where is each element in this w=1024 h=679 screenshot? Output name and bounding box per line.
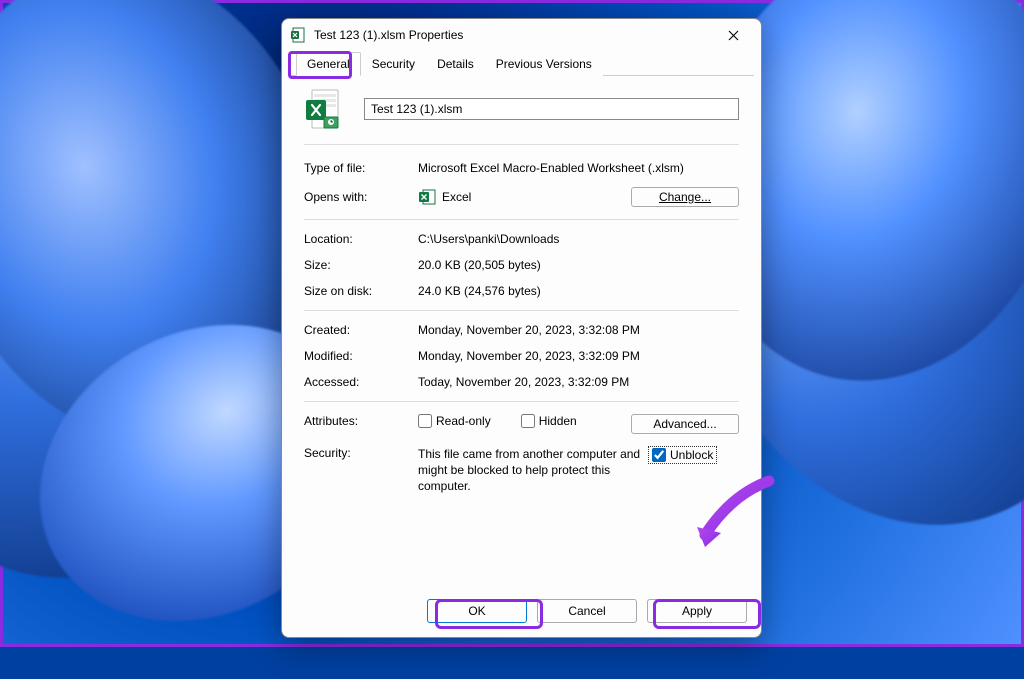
- tab-details[interactable]: Details: [426, 52, 485, 76]
- unblock-label: Unblock: [670, 448, 713, 462]
- accessed-value: Today, November 20, 2023, 3:32:09 PM: [418, 375, 739, 389]
- size-value: 20.0 KB (20,505 bytes): [418, 258, 739, 272]
- close-icon: [728, 30, 739, 41]
- opens-with-label: Opens with:: [304, 190, 418, 204]
- filename-input[interactable]: [364, 98, 739, 120]
- cancel-button[interactable]: Cancel: [537, 599, 637, 623]
- tab-security[interactable]: Security: [361, 52, 426, 76]
- advanced-button[interactable]: Advanced...: [631, 414, 739, 434]
- unblock-checkbox-wrap[interactable]: Unblock: [648, 446, 717, 464]
- created-label: Created:: [304, 323, 418, 337]
- excel-file-large-icon: [304, 88, 340, 130]
- security-label: Security:: [304, 446, 418, 460]
- location-label: Location:: [304, 232, 418, 246]
- hidden-checkbox-wrap[interactable]: Hidden: [521, 414, 577, 428]
- modified-value: Monday, November 20, 2023, 3:32:09 PM: [418, 349, 739, 363]
- excel-app-icon: [418, 188, 436, 206]
- change-button[interactable]: Change...: [631, 187, 739, 207]
- created-value: Monday, November 20, 2023, 3:32:08 PM: [418, 323, 739, 337]
- close-button[interactable]: [713, 21, 753, 49]
- accessed-label: Accessed:: [304, 375, 418, 389]
- readonly-checkbox-wrap[interactable]: Read-only: [418, 414, 491, 428]
- tab-bar: General Security Details Previous Versio…: [289, 51, 754, 76]
- attributes-label: Attributes:: [304, 414, 418, 428]
- unblock-checkbox[interactable]: [652, 448, 666, 462]
- size-on-disk-label: Size on disk:: [304, 284, 418, 298]
- tab-general[interactable]: General: [296, 52, 361, 76]
- hidden-checkbox[interactable]: [521, 414, 535, 428]
- readonly-label: Read-only: [436, 414, 491, 428]
- hidden-label: Hidden: [539, 414, 577, 428]
- readonly-checkbox[interactable]: [418, 414, 432, 428]
- tab-previous-versions[interactable]: Previous Versions: [485, 52, 603, 76]
- ok-button[interactable]: OK: [427, 599, 527, 623]
- modified-label: Modified:: [304, 349, 418, 363]
- dialog-footer: OK Cancel Apply: [282, 587, 761, 637]
- excel-file-icon: [290, 27, 306, 43]
- apply-button[interactable]: Apply: [647, 599, 747, 623]
- window-title: Test 123 (1).xlsm Properties: [314, 28, 713, 42]
- properties-dialog: Test 123 (1).xlsm Properties General Sec…: [281, 18, 762, 638]
- opens-with-value: Excel: [442, 190, 471, 204]
- dialog-body: Type of file: Microsoft Excel Macro-Enab…: [282, 76, 761, 587]
- security-text: This file came from another computer and…: [418, 446, 648, 495]
- type-label: Type of file:: [304, 161, 418, 175]
- size-on-disk-value: 24.0 KB (24,576 bytes): [418, 284, 739, 298]
- location-value: C:\Users\panki\Downloads: [418, 232, 739, 246]
- size-label: Size:: [304, 258, 418, 272]
- titlebar[interactable]: Test 123 (1).xlsm Properties: [282, 19, 761, 51]
- type-value: Microsoft Excel Macro-Enabled Worksheet …: [418, 161, 739, 175]
